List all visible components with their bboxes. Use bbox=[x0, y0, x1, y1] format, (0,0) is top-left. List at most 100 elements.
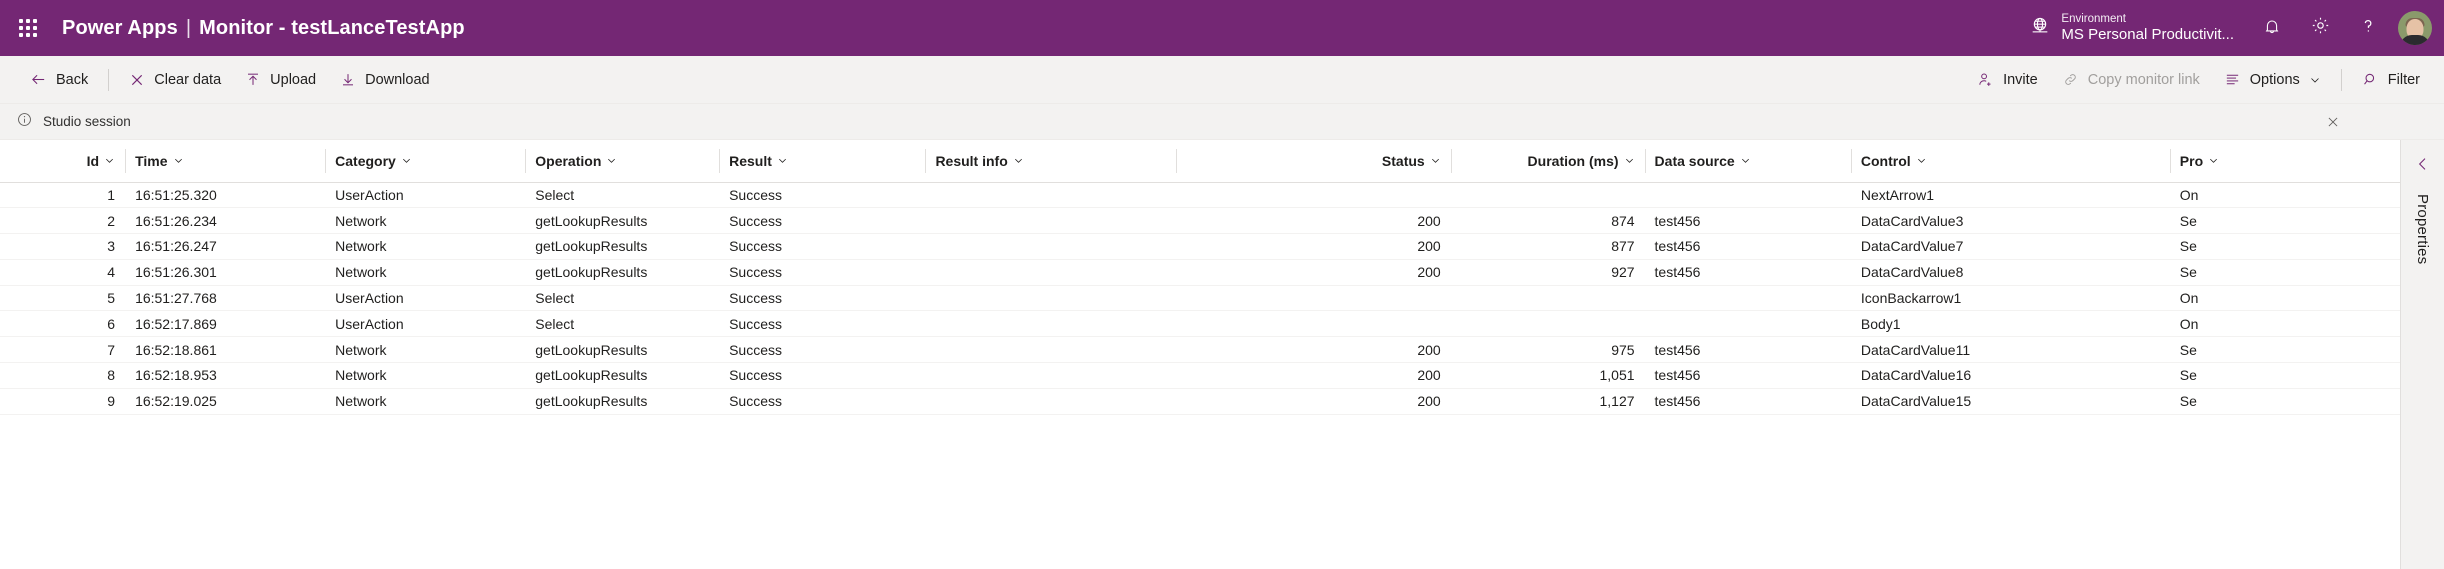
cell-result: Success bbox=[719, 362, 926, 389]
filter-button[interactable]: Filter bbox=[2350, 63, 2432, 97]
monitor-events-table: Id Time Category Operation Result Result info… bbox=[0, 140, 2400, 415]
table-row[interactable]: 7 16:52:18.861 Network getLookupResults Succ… bbox=[0, 336, 2400, 364]
collapse-chevron-left-icon[interactable] bbox=[2407, 148, 2439, 180]
product-name[interactable]: Power Apps bbox=[62, 17, 178, 39]
options-button[interactable]: Options bbox=[2212, 63, 2333, 97]
suite-header: Power Apps | Monitor - testLanceTestApp En… bbox=[0, 0, 2444, 56]
chevron-down-icon bbox=[1624, 153, 1635, 169]
cell-status bbox=[1175, 285, 1451, 312]
chevron-down-icon bbox=[401, 153, 412, 169]
clear-data-button[interactable]: Clear data bbox=[117, 63, 233, 97]
globe-icon bbox=[2029, 15, 2051, 42]
notifications-button[interactable] bbox=[2248, 0, 2296, 56]
cell-operation: Select bbox=[525, 310, 720, 338]
cell-time: 16:51:26.301 bbox=[125, 259, 326, 286]
table-row[interactable]: 6 16:52:17.869 UserAction Select Success Body… bbox=[0, 310, 2400, 338]
chevron-down-icon bbox=[1430, 153, 1441, 169]
download-label: Download bbox=[365, 71, 430, 88]
column-header-time[interactable]: Time bbox=[125, 140, 326, 183]
column-header-id[interactable]: Id bbox=[0, 140, 126, 183]
cell-category: UserAction bbox=[325, 285, 526, 312]
back-label: Back bbox=[56, 71, 89, 88]
cell-result_info bbox=[925, 388, 1176, 415]
settings-button[interactable] bbox=[2296, 0, 2344, 56]
table-row[interactable]: 8 16:52:18.953 Network getLookupResults Succ… bbox=[0, 362, 2400, 389]
cell-result_info bbox=[925, 310, 1176, 338]
table-row[interactable]: 3 16:51:26.247 Network getLookupResults Succ… bbox=[0, 233, 2400, 260]
cell-id: 9 bbox=[0, 388, 126, 415]
chevron-down-icon bbox=[777, 153, 788, 169]
avatar-body bbox=[2400, 35, 2430, 45]
cell-status: 200 bbox=[1175, 388, 1451, 415]
cell-category: UserAction bbox=[325, 182, 526, 209]
table-header-row: Id Time Category Operation Result Result info… bbox=[0, 140, 2400, 183]
chevron-down-icon bbox=[1013, 153, 1024, 169]
cell-result: Success bbox=[719, 310, 926, 338]
session-close-button[interactable] bbox=[2318, 107, 2348, 137]
app-launcher-button[interactable] bbox=[0, 0, 56, 56]
cell-result_info bbox=[925, 285, 1176, 312]
cell-control: DataCardValue16 bbox=[1850, 362, 2170, 389]
cell-category: Network bbox=[325, 388, 526, 415]
download-button[interactable]: Download bbox=[328, 63, 442, 97]
cell-control: Body1 bbox=[1850, 310, 2170, 338]
cell-time: 16:51:27.768 bbox=[125, 285, 326, 312]
cell-result: Success bbox=[719, 182, 926, 209]
cell-result_info bbox=[925, 207, 1176, 235]
cell-control: DataCardValue3 bbox=[1850, 207, 2170, 235]
column-header-category[interactable]: Category bbox=[325, 140, 526, 183]
question-mark-icon bbox=[2357, 15, 2379, 42]
cell-duration: 1,127 bbox=[1450, 388, 1645, 415]
cell-data_source bbox=[1644, 310, 1851, 338]
cell-time: 16:52:18.953 bbox=[125, 362, 326, 389]
cell-result: Success bbox=[719, 207, 926, 235]
cell-status bbox=[1175, 182, 1451, 209]
table-row[interactable]: 2 16:51:26.234 Network getLookupResults Succ… bbox=[0, 207, 2400, 235]
table-row[interactable]: 1 16:51:25.320 UserAction Select Success Next… bbox=[0, 182, 2400, 209]
chevron-down-icon bbox=[2208, 153, 2219, 169]
cell-status: 200 bbox=[1175, 336, 1451, 364]
cell-property: On bbox=[2169, 182, 2400, 209]
column-header-label: Operation bbox=[535, 152, 602, 169]
environment-label: Environment bbox=[2061, 12, 2126, 25]
properties-rail-label[interactable]: Properties bbox=[2414, 194, 2431, 264]
table-row[interactable]: 4 16:51:26.301 Network getLookupResults Succ… bbox=[0, 259, 2400, 286]
cell-time: 16:52:19.025 bbox=[125, 388, 326, 415]
invite-button[interactable]: Invite bbox=[1965, 63, 2050, 97]
title-separator: | bbox=[185, 16, 192, 39]
cell-time: 16:51:26.247 bbox=[125, 233, 326, 260]
download-icon bbox=[340, 71, 356, 88]
column-header-data_source[interactable]: Data source bbox=[1644, 140, 1851, 183]
column-header-result[interactable]: Result bbox=[719, 140, 926, 183]
cell-result_info bbox=[925, 182, 1176, 209]
table-row[interactable]: 9 16:52:19.025 Network getLookupResults Succ… bbox=[0, 388, 2400, 415]
environment-picker[interactable]: Environment MS Personal Productivit... bbox=[2019, 0, 2248, 56]
table-row[interactable]: 5 16:51:27.768 UserAction Select Success Icon… bbox=[0, 285, 2400, 312]
chevron-down-icon bbox=[173, 153, 184, 169]
gear-icon bbox=[2310, 15, 2331, 41]
cell-data_source: test456 bbox=[1644, 336, 1851, 364]
cell-control: NextArrow1 bbox=[1850, 182, 2170, 209]
cell-category: Network bbox=[325, 207, 526, 235]
avatar[interactable] bbox=[2398, 11, 2432, 45]
column-header-result_info[interactable]: Result info bbox=[925, 140, 1176, 183]
help-button[interactable] bbox=[2344, 0, 2392, 56]
cell-duration: 975 bbox=[1450, 336, 1645, 364]
cell-operation: getLookupResults bbox=[525, 207, 720, 235]
session-label: Studio session bbox=[43, 114, 131, 129]
column-header-property[interactable]: Pro bbox=[2169, 140, 2400, 183]
cell-property: On bbox=[2169, 310, 2400, 338]
cell-id: 8 bbox=[0, 362, 126, 389]
cell-duration: 874 bbox=[1450, 207, 1645, 235]
cell-status: 200 bbox=[1175, 207, 1451, 235]
column-header-control[interactable]: Control bbox=[1850, 140, 2170, 183]
back-button[interactable]: Back bbox=[18, 63, 100, 97]
upload-button[interactable]: Upload bbox=[233, 63, 328, 97]
cell-operation: Select bbox=[525, 285, 720, 312]
column-header-label: Result bbox=[729, 152, 772, 169]
copy-monitor-link-button[interactable]: Copy monitor link bbox=[2050, 63, 2212, 97]
cell-operation: getLookupResults bbox=[525, 259, 720, 286]
column-header-operation[interactable]: Operation bbox=[525, 140, 720, 183]
column-header-duration[interactable]: Duration (ms) bbox=[1450, 140, 1645, 183]
column-header-status[interactable]: Status bbox=[1175, 140, 1451, 183]
